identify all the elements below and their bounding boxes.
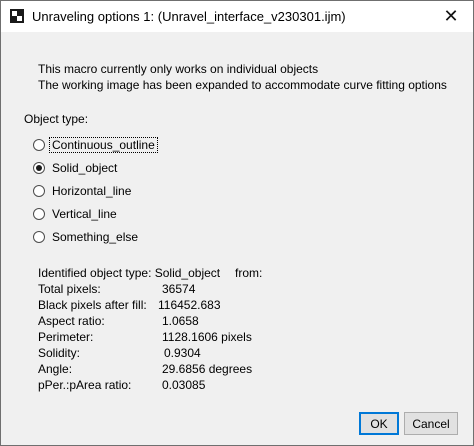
title-bar[interactable]: Unraveling options 1: (Unravel_interface… xyxy=(1,1,473,32)
identified-type-text: Identified object type: Solid_object xyxy=(38,266,221,280)
stat-value-total-pixels: 36574 xyxy=(162,282,196,296)
cancel-button[interactable]: Cancel xyxy=(404,412,458,435)
radio-label[interactable]: Vertical_line xyxy=(49,206,120,222)
imagej-app-icon xyxy=(10,9,24,23)
dialog-content: This macro currently only works on indiv… xyxy=(1,32,473,445)
stat-value-pper-parea: 0.03085 xyxy=(162,378,206,392)
radio-label[interactable]: Horizontal_line xyxy=(49,183,134,199)
stat-label-angle: Angle: xyxy=(38,362,73,376)
radio-label[interactable]: Solid_object xyxy=(49,160,120,176)
radio-button-icon[interactable] xyxy=(33,185,45,197)
radio-continuous-outline[interactable]: Continuous_outline xyxy=(33,137,158,153)
stat-label-pper-parea: pPer.:pArea ratio: xyxy=(38,378,132,392)
stat-value-black-pixels: 116452.683 xyxy=(158,298,221,312)
radio-button-icon[interactable] xyxy=(33,208,45,220)
radio-button-selected-icon[interactable] xyxy=(33,162,45,174)
radio-vertical-line[interactable]: Vertical_line xyxy=(33,206,120,222)
stat-label-total-pixels: Total pixels: xyxy=(38,282,101,296)
stat-value-aspect-ratio: 1.0658 xyxy=(162,314,199,328)
stat-value-perimeter: 1128.1606 pixels xyxy=(162,330,252,344)
identified-from-text: from: xyxy=(235,266,263,280)
stat-label-black-pixels: Black pixels after fill: xyxy=(38,298,147,312)
ok-button[interactable]: OK xyxy=(359,412,399,435)
radio-label[interactable]: Continuous_outline xyxy=(49,137,158,153)
stat-value-solidity: 0.9304 xyxy=(164,346,201,360)
stat-value-angle: 29.6856 degrees xyxy=(162,362,253,376)
close-icon[interactable]: ✕ xyxy=(429,1,473,32)
dialog-window: Unraveling options 1: (Unravel_interface… xyxy=(0,0,474,446)
message-line-1: This macro currently only works on indiv… xyxy=(38,62,319,76)
radio-something-else[interactable]: Something_else xyxy=(33,229,141,245)
object-type-label: Object type: xyxy=(24,112,89,126)
radio-solid-object[interactable]: Solid_object xyxy=(33,160,120,176)
radio-horizontal-line[interactable]: Horizontal_line xyxy=(33,183,134,199)
stat-label-solidity: Solidity: xyxy=(38,346,81,360)
radio-button-icon[interactable] xyxy=(33,231,45,243)
stat-label-perimeter: Perimeter: xyxy=(38,330,94,344)
radio-button-icon[interactable] xyxy=(33,139,45,151)
stat-label-aspect-ratio: Aspect ratio: xyxy=(38,314,105,328)
radio-label[interactable]: Something_else xyxy=(49,229,141,245)
window-title: Unraveling options 1: (Unravel_interface… xyxy=(32,9,346,24)
message-line-2: The working image has been expanded to a… xyxy=(38,78,447,92)
